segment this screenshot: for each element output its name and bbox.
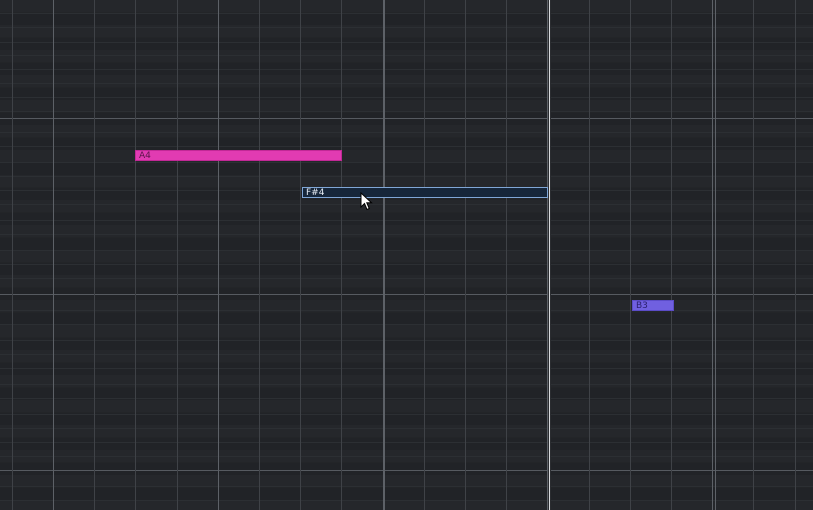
time-grid-line [712, 0, 713, 510]
pitch-grid-line [0, 398, 813, 399]
note-b3[interactable]: B3 [632, 300, 674, 311]
pitch-grid-line [0, 250, 813, 251]
time-grid-line [589, 0, 590, 510]
pitch-grid-line [0, 42, 813, 43]
pitch-grid-line [0, 310, 813, 311]
pitch-grid-line [0, 500, 813, 501]
pitch-grid-line [0, 324, 813, 325]
time-grid-line [300, 0, 301, 510]
pitch-lane [0, 275, 813, 287]
octave-grid-line [0, 470, 813, 471]
bar-grid-line [218, 0, 219, 510]
pitch-lane [0, 75, 813, 87]
time-grid-line [753, 0, 754, 510]
pitch-grid-line [0, 176, 813, 177]
pitch-grid-line [0, 204, 813, 205]
pitch-lane [0, 163, 813, 175]
pitch-grid-line [0, 111, 813, 112]
pitch-grid-line [0, 486, 813, 487]
pitch-grid-line [0, 162, 813, 163]
pitch-grid-line [0, 220, 813, 221]
pitch-grid-line [0, 354, 813, 355]
pitch-grid-line [0, 340, 813, 341]
pitch-grid-line [0, 368, 813, 369]
pitch-lane [0, 350, 813, 362]
note-label: B3 [636, 301, 648, 311]
pitch-lane [0, 488, 813, 500]
pitch-lane [0, 225, 813, 237]
octave-grid-line [0, 118, 813, 119]
pitch-lane [0, 250, 813, 262]
octave-grid-line [0, 294, 813, 295]
time-grid-line [12, 0, 13, 510]
pitch-lane [0, 150, 813, 162]
pitch-lane [0, 13, 813, 25]
time-grid-line [506, 0, 507, 510]
pitch-lane [0, 400, 813, 412]
note-f-sharp-4[interactable]: F#4 [302, 187, 548, 198]
pitch-lane [0, 425, 813, 437]
bar-grid-line [715, 0, 716, 510]
pitch-lane [0, 0, 813, 12]
pitch-grid-line [0, 132, 813, 133]
pitch-lane [0, 113, 813, 125]
pitch-grid-line [0, 442, 813, 443]
time-grid-line [135, 0, 136, 510]
note-label: A4 [139, 151, 151, 161]
time-grid-line [424, 0, 425, 510]
time-grid-line [795, 0, 796, 510]
pitch-lane [0, 463, 813, 475]
pitch-grid-line [0, 384, 813, 385]
time-grid-line [177, 0, 178, 510]
pitch-grid-line [0, 146, 813, 147]
time-grid-line [671, 0, 672, 510]
pitch-grid-line [0, 69, 813, 70]
note-a4[interactable]: A4 [135, 150, 342, 161]
pitch-grid-line [0, 278, 813, 279]
time-grid-line [341, 0, 342, 510]
pitch-lane [0, 125, 813, 137]
time-grid-line [465, 0, 466, 510]
pitch-grid-line [0, 456, 813, 457]
bar-grid-line [384, 0, 385, 510]
piano-roll-grid[interactable]: A4 F#4 B3 [0, 0, 813, 510]
pitch-lane [0, 138, 813, 150]
pitch-grid-line [0, 264, 813, 265]
playhead[interactable] [548, 0, 551, 510]
pitch-grid-line [0, 27, 813, 28]
pitch-lane [0, 38, 813, 50]
pitch-lane [0, 213, 813, 225]
pitch-lane [0, 438, 813, 450]
time-grid-line [630, 0, 631, 510]
pitch-lane [0, 325, 813, 337]
pitch-grid-line [0, 414, 813, 415]
time-grid-line [259, 0, 260, 510]
pitch-grid-line [0, 97, 813, 98]
pitch-lane [0, 363, 813, 375]
pitch-grid-line [0, 428, 813, 429]
note-label: F#4 [306, 188, 325, 198]
pitch-lane [0, 500, 813, 510]
time-grid-line [94, 0, 95, 510]
pitch-lane [0, 375, 813, 387]
pitch-lane [0, 50, 813, 62]
pitch-lane [0, 238, 813, 250]
bar-grid-line [53, 0, 54, 510]
pitch-grid-line [0, 234, 813, 235]
pitch-grid-line [0, 55, 813, 56]
pitch-lane [0, 88, 813, 100]
pitch-grid-line [0, 13, 813, 14]
pitch-lane [0, 200, 813, 212]
pitch-grid-line [0, 83, 813, 84]
